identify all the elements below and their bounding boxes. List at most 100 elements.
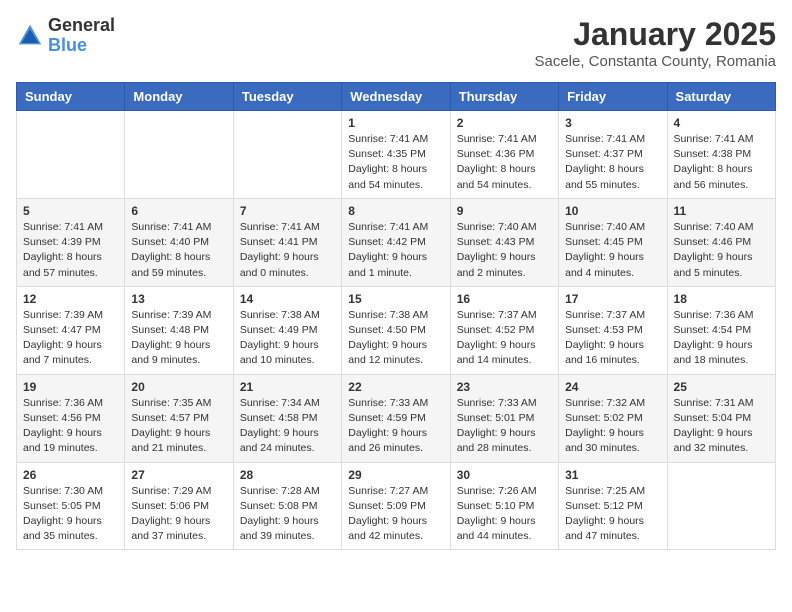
day-number: 6 <box>131 204 226 218</box>
logo: General Blue <box>16 16 115 56</box>
day-number: 19 <box>23 380 118 394</box>
weekday-header-monday: Monday <box>125 83 233 111</box>
calendar-cell: 21Sunrise: 7:34 AM Sunset: 4:58 PM Dayli… <box>233 374 341 462</box>
day-number: 4 <box>674 116 769 130</box>
day-info: Sunrise: 7:36 AM Sunset: 4:56 PM Dayligh… <box>23 396 118 457</box>
day-number: 24 <box>565 380 660 394</box>
day-number: 15 <box>348 292 443 306</box>
day-info: Sunrise: 7:27 AM Sunset: 5:09 PM Dayligh… <box>348 484 443 545</box>
day-info: Sunrise: 7:38 AM Sunset: 4:49 PM Dayligh… <box>240 308 335 369</box>
calendar-cell: 17 Sunrise: 7:37 AM Sunset: 4:53 PM Dayli… <box>559 286 667 374</box>
title-section: January 2025 Sacele, Constanta County, R… <box>534 16 776 70</box>
day-number: 17 <box>565 292 660 306</box>
day-number: 11 <box>674 204 769 218</box>
calendar-week-4: 19 Sunrise: 7:36 AM Sunset: 4:56 PM Dayli… <box>17 374 776 462</box>
calendar-cell: 13Sunrise: 7:39 AM Sunset: 4:48 PM Dayli… <box>125 286 233 374</box>
calendar-cell: 15 Sunrise: 7:38 AM Sunset: 4:50 PM Dayli… <box>342 286 450 374</box>
day-info: Sunrise: 7:41 AM Sunset: 4:41 PM Dayligh… <box>240 220 335 281</box>
calendar-week-1: 1 Sunrise: 7:41 AM Sunset: 4:35 PM Daylig… <box>17 111 776 199</box>
day-number: 28 <box>240 468 335 482</box>
month-title: January 2025 <box>534 16 776 53</box>
calendar-cell: 3Sunrise: 7:41 AM Sunset: 4:37 PM Daylig… <box>559 111 667 199</box>
calendar-cell: 2 Sunrise: 7:41 AM Sunset: 4:36 PM Daylig… <box>450 111 558 199</box>
calendar-cell: 14 Sunrise: 7:38 AM Sunset: 4:49 PM Dayli… <box>233 286 341 374</box>
day-info: Sunrise: 7:40 AM Sunset: 4:43 PM Dayligh… <box>457 220 552 281</box>
calendar-body: 1 Sunrise: 7:41 AM Sunset: 4:35 PM Daylig… <box>17 111 776 550</box>
calendar-cell <box>233 111 341 199</box>
day-info: Sunrise: 7:40 AM Sunset: 4:45 PM Dayligh… <box>565 220 660 281</box>
day-number: 26 <box>23 468 118 482</box>
day-number: 23 <box>457 380 552 394</box>
day-info: Sunrise: 7:33 AM Sunset: 4:59 PM Dayligh… <box>348 396 443 457</box>
weekday-header-row: SundayMondayTuesdayWednesdayThursdayFrid… <box>17 83 776 111</box>
weekday-header-tuesday: Tuesday <box>233 83 341 111</box>
day-number: 16 <box>457 292 552 306</box>
day-info: Sunrise: 7:39 AM Sunset: 4:47 PM Dayligh… <box>23 308 118 369</box>
day-number: 10 <box>565 204 660 218</box>
calendar-cell: 5Sunrise: 7:41 AM Sunset: 4:39 PM Daylig… <box>17 198 125 286</box>
calendar-week-5: 26 Sunrise: 7:30 AM Sunset: 5:05 PM Dayli… <box>17 462 776 550</box>
calendar-cell: 12Sunrise: 7:39 AM Sunset: 4:47 PM Dayli… <box>17 286 125 374</box>
day-number: 18 <box>674 292 769 306</box>
calendar-cell: 29 Sunrise: 7:27 AM Sunset: 5:09 PM Dayli… <box>342 462 450 550</box>
day-number: 2 <box>457 116 552 130</box>
calendar-cell: 24 Sunrise: 7:32 AM Sunset: 5:02 PM Dayli… <box>559 374 667 462</box>
day-number: 13 <box>131 292 226 306</box>
day-number: 8 <box>348 204 443 218</box>
day-info: Sunrise: 7:41 AM Sunset: 4:38 PM Dayligh… <box>674 132 769 193</box>
day-info: Sunrise: 7:41 AM Sunset: 4:39 PM Dayligh… <box>23 220 118 281</box>
day-info: Sunrise: 7:40 AM Sunset: 4:46 PM Dayligh… <box>674 220 769 281</box>
calendar-cell: 1 Sunrise: 7:41 AM Sunset: 4:35 PM Daylig… <box>342 111 450 199</box>
calendar-cell: 28Sunrise: 7:28 AM Sunset: 5:08 PM Dayli… <box>233 462 341 550</box>
day-number: 22 <box>348 380 443 394</box>
calendar-cell <box>667 462 775 550</box>
day-info: Sunrise: 7:41 AM Sunset: 4:40 PM Dayligh… <box>131 220 226 281</box>
day-number: 21 <box>240 380 335 394</box>
day-number: 29 <box>348 468 443 482</box>
calendar-cell: 18Sunrise: 7:36 AM Sunset: 4:54 PM Dayli… <box>667 286 775 374</box>
day-info: Sunrise: 7:32 AM Sunset: 5:02 PM Dayligh… <box>565 396 660 457</box>
day-info: Sunrise: 7:33 AM Sunset: 5:01 PM Dayligh… <box>457 396 552 457</box>
calendar-cell: 30Sunrise: 7:26 AM Sunset: 5:10 PM Dayli… <box>450 462 558 550</box>
calendar-cell: 23 Sunrise: 7:33 AM Sunset: 5:01 PM Dayli… <box>450 374 558 462</box>
logo-general: General <box>48 16 115 36</box>
day-info: Sunrise: 7:41 AM Sunset: 4:35 PM Dayligh… <box>348 132 443 193</box>
calendar-cell: 22 Sunrise: 7:33 AM Sunset: 4:59 PM Dayli… <box>342 374 450 462</box>
calendar-table: SundayMondayTuesdayWednesdayThursdayFrid… <box>16 82 776 550</box>
calendar-cell: 26 Sunrise: 7:30 AM Sunset: 5:05 PM Dayli… <box>17 462 125 550</box>
calendar-cell <box>125 111 233 199</box>
weekday-header-friday: Friday <box>559 83 667 111</box>
weekday-header-saturday: Saturday <box>667 83 775 111</box>
weekday-header-thursday: Thursday <box>450 83 558 111</box>
day-info: Sunrise: 7:30 AM Sunset: 5:05 PM Dayligh… <box>23 484 118 545</box>
day-info: Sunrise: 7:38 AM Sunset: 4:50 PM Dayligh… <box>348 308 443 369</box>
page-header: General Blue January 2025 Sacele, Consta… <box>16 16 776 70</box>
day-info: Sunrise: 7:29 AM Sunset: 5:06 PM Dayligh… <box>131 484 226 545</box>
calendar-cell: 27 Sunrise: 7:29 AM Sunset: 5:06 PM Dayli… <box>125 462 233 550</box>
calendar-cell: 16Sunrise: 7:37 AM Sunset: 4:52 PM Dayli… <box>450 286 558 374</box>
calendar-week-2: 5Sunrise: 7:41 AM Sunset: 4:39 PM Daylig… <box>17 198 776 286</box>
day-number: 1 <box>348 116 443 130</box>
day-number: 30 <box>457 468 552 482</box>
calendar-cell: 7 Sunrise: 7:41 AM Sunset: 4:41 PM Daylig… <box>233 198 341 286</box>
calendar-header: SundayMondayTuesdayWednesdayThursdayFrid… <box>17 83 776 111</box>
calendar-cell: 9 Sunrise: 7:40 AM Sunset: 4:43 PM Daylig… <box>450 198 558 286</box>
day-number: 14 <box>240 292 335 306</box>
day-number: 31 <box>565 468 660 482</box>
day-info: Sunrise: 7:41 AM Sunset: 4:36 PM Dayligh… <box>457 132 552 193</box>
weekday-header-sunday: Sunday <box>17 83 125 111</box>
day-info: Sunrise: 7:31 AM Sunset: 5:04 PM Dayligh… <box>674 396 769 457</box>
day-info: Sunrise: 7:41 AM Sunset: 4:42 PM Dayligh… <box>348 220 443 281</box>
weekday-header-wednesday: Wednesday <box>342 83 450 111</box>
day-number: 9 <box>457 204 552 218</box>
day-number: 25 <box>674 380 769 394</box>
calendar-week-3: 12Sunrise: 7:39 AM Sunset: 4:47 PM Dayli… <box>17 286 776 374</box>
day-number: 20 <box>131 380 226 394</box>
day-number: 27 <box>131 468 226 482</box>
calendar-cell: 6 Sunrise: 7:41 AM Sunset: 4:40 PM Daylig… <box>125 198 233 286</box>
location: Sacele, Constanta County, Romania <box>534 53 776 70</box>
day-info: Sunrise: 7:37 AM Sunset: 4:53 PM Dayligh… <box>565 308 660 369</box>
calendar-cell: 4 Sunrise: 7:41 AM Sunset: 4:38 PM Daylig… <box>667 111 775 199</box>
calendar-cell: 8 Sunrise: 7:41 AM Sunset: 4:42 PM Daylig… <box>342 198 450 286</box>
day-number: 7 <box>240 204 335 218</box>
